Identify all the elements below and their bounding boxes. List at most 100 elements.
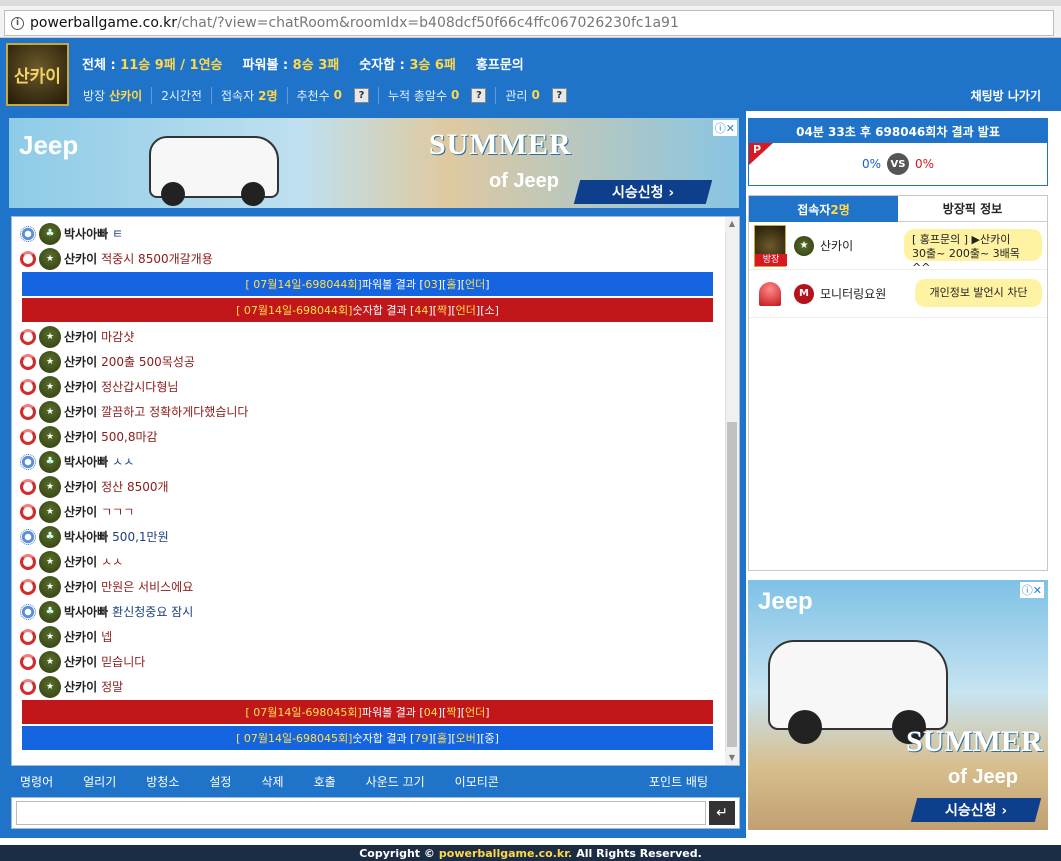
chat-nickname[interactable]: 산카이 [64,653,97,670]
chat-message: 박사아빠 500,1만원 [20,524,727,549]
chat-nickname[interactable]: 산카이 [64,250,97,267]
ad-cta-button[interactable]: 시승신청 › [573,180,713,204]
user-row-owner[interactable]: 방장 ★ 산카이 [ 홍프문의 ] ▶산카이 30출~ 200출~ 3배목 ^^ [749,222,1047,274]
user-avatar-icon [39,500,61,523]
chat-nickname[interactable]: 박사아빠 [64,528,108,545]
tab-users[interactable]: 접속자 2명 [749,196,898,222]
result-t1: 홀 [446,278,457,291]
result-end: ] [485,277,490,291]
jeep-side-ad[interactable]: Jeep SUMMER of Jeep 시승신청 › ⓘ✕ [748,580,1048,830]
adchoices-icon[interactable]: ⓘ✕ [1019,582,1044,598]
toolbar-delete[interactable]: 삭제 [261,773,283,790]
user-avatar-icon [39,222,61,245]
chat-input[interactable] [16,801,706,825]
chat-nickname[interactable]: 산카이 [64,353,97,370]
chat-scrollbar[interactable]: ▲ ▼ [725,217,739,765]
level-icon [20,553,36,570]
scroll-thumb[interactable] [727,422,737,747]
chat-nickname[interactable]: 산카이 [64,578,97,595]
jeep-banner-ad[interactable]: Jeep SUMMER of Jeep 시승신청 › ⓘ✕ [9,118,739,208]
chat-text: 만원은 서비스에요 [101,580,194,594]
announce-body: P 0% VS 0% [749,143,1047,185]
result-t1: 짝 [436,304,448,317]
ad-cta-button[interactable]: 시승신청 › [910,798,1042,822]
level-icon [20,428,36,445]
chat-nickname[interactable]: 산카이 [64,328,97,345]
chat-nickname[interactable]: 산카이 [64,478,97,495]
result-mid: 숫자합 결과 [ [352,732,415,745]
level-icon [20,478,36,495]
recommend-count: 추천수 0? [288,86,379,104]
result-sep: ][ [456,277,466,291]
chat-text: 마감샷 [101,330,135,344]
level-icon [20,628,36,645]
chat-nickname[interactable]: 산카이 [64,503,97,520]
chat-nickname[interactable]: 산카이 [64,378,97,395]
info-icon[interactable]: i [11,16,24,30]
promo-link[interactable]: 홍프문의 [476,54,524,73]
user-status-bubble: 개인정보 발언시 차단 [915,279,1042,307]
toolbar-settings[interactable]: 설정 [209,773,231,790]
room-logo-text: 산카이 [14,67,61,87]
chat-message: 산카이 적중시 8500개갈개용 [20,246,727,271]
user-avatar-icon [39,400,61,423]
level-icon [20,528,36,545]
left-percent: 0% [861,157,881,171]
chat-nickname[interactable]: 박사아빠 [64,225,108,242]
toolbar-command[interactable]: 명령어 [20,773,53,790]
owner-tag: 방장 [755,253,787,266]
tab-owner-pick[interactable]: 방장픽 정보 [898,196,1047,222]
scroll-down-arrow-icon[interactable]: ▼ [725,751,739,765]
chat-nickname[interactable]: 박사아빠 [64,453,108,470]
chat-nickname[interactable]: 박사아빠 [64,603,108,620]
chat-nickname[interactable]: 산카이 [64,628,97,645]
user-avatar-icon [39,550,61,573]
chat-nickname[interactable]: 산카이 [64,428,97,445]
user-row-monitor[interactable]: M 모니터링요원 개인정보 발언시 차단 [749,270,1047,318]
user-panel-tabs: 접속자 2명 방장픽 정보 [749,196,1047,222]
point-betting-button[interactable]: 포인트 배팅 [649,773,708,790]
toolbar-call[interactable]: 호출 [314,773,336,790]
toolbar-emoticon[interactable]: 이모티콘 [455,773,499,790]
send-button[interactable]: ↵ [709,801,735,825]
user-avatar-icon [39,475,61,498]
owner-avatar: 방장 [754,224,787,267]
leave-room-button[interactable]: 채팅방 나가기 [971,87,1041,104]
chat-message: 산카이 ㄱㄱㄱ [20,499,727,524]
footer-site-link[interactable]: powerballgame.co.kr. [439,847,572,860]
game-result-bar: [ 07월14일-698044회] 숫자합 결과 [44][짝][언더][소] [22,298,713,322]
url-field[interactable]: i powerballgame.co.kr /chat/?view=chatRo… [4,10,1054,36]
chat-message: 산카이 정산갑시다형님 [20,374,727,399]
chat-text: ㅅㅅ [101,555,124,569]
user-avatar-icon [39,325,61,348]
chat-message: 산카이 넵 [20,624,727,649]
stat-number-sum: 숫자합 : 3승 6패 [359,58,456,73]
ad-subheadline: of Jeep [948,766,1019,788]
chat-nickname[interactable]: 산카이 [64,678,97,695]
total-recommend-help-icon[interactable]: ? [471,87,487,103]
toolbar-freeze[interactable]: 얼리기 [83,773,116,790]
result-sep: ][ [447,303,456,317]
chat-text: ㄱㄱㄱ [101,505,135,519]
manage-help-icon[interactable]: ? [551,87,567,103]
result-end: ][소] [475,304,499,317]
user-name[interactable]: 모니터링요원 [820,285,886,302]
result-mid: 파워볼 결과 [ [361,706,424,719]
result-t2: 오버 [455,732,476,745]
result-sep: ][ [447,731,456,745]
result-mid: 파워볼 결과 [ [361,278,424,291]
chat-panel: Jeep SUMMER of Jeep 시승신청 › ⓘ✕ 박사아빠 ㅌ 산카이 적중… [0,111,746,838]
room-subbar: 방장 산카이 2시간전 접속자 2명 추천수 0? 누적 총알수 0? 관리 0? [74,83,1054,107]
chat-message: 박사아빠 ㅌ [20,221,727,246]
toolbar-clear[interactable]: 방청소 [146,773,179,790]
adchoices-icon[interactable]: ⓘ✕ [712,120,737,136]
chat-text: 넵 [101,630,113,644]
recommend-help-icon[interactable]: ? [353,87,369,103]
user-name[interactable]: 산카이 [820,237,853,254]
ad-brand-logo: Jeep [19,130,79,160]
chat-nickname[interactable]: 산카이 [64,553,97,570]
user-avatar-icon [39,650,61,673]
scroll-up-arrow-icon[interactable]: ▲ [725,217,739,231]
chat-nickname[interactable]: 산카이 [64,403,97,420]
toolbar-sound-off[interactable]: 사운드 끄기 [366,773,425,790]
